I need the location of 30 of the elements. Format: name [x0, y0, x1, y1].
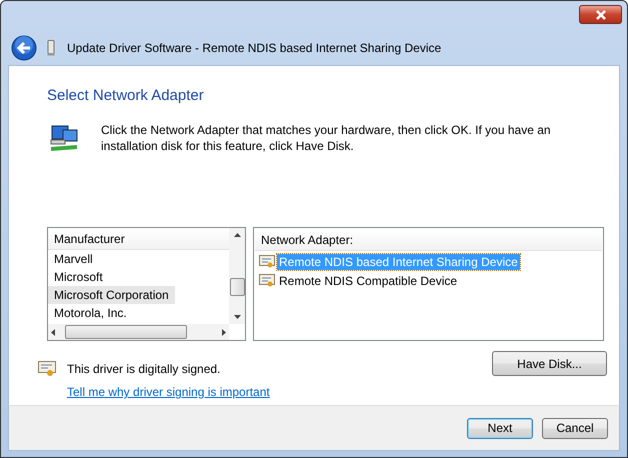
scroll-thumb[interactable]: [65, 325, 187, 339]
dialog-button[interactable]: Next: [467, 418, 533, 438]
scroll-left-arrow-icon[interactable]: [51, 328, 55, 336]
scroll-up-arrow-icon[interactable]: [234, 233, 240, 237]
window-title: Update Driver Software - Remote NDIS based Internet Sharing Device: [67, 41, 442, 55]
manufacturer-list[interactable]: Manufacturer Marvell Microsoft Microsoft Corporation Motorola, Inc.: [47, 227, 246, 341]
signature-status: This driver is digitally signed.: [67, 362, 220, 376]
device-icon: [47, 40, 55, 56]
horizontal-scrollbar[interactable]: [48, 324, 229, 340]
close-icon: [594, 10, 608, 20]
have-disk-button[interactable]: Have Disk...: [492, 351, 607, 376]
adapter-item[interactable]: Remote NDIS Compatible Device: [277, 272, 460, 288]
page-heading: Select Network Adapter: [47, 87, 205, 104]
vertical-scrollbar[interactable]: [229, 228, 245, 324]
certificate-icon: [259, 254, 275, 268]
close-button[interactable]: [579, 5, 622, 24]
network-adapter-list[interactable]: Network Adapter: Remote NDIS based Internet Sharing Device Remote NDIS Compatible Device: [253, 227, 604, 341]
manufacturer-item[interactable]: Microsoft Corporation: [48, 286, 175, 304]
scroll-right-arrow-icon[interactable]: [222, 328, 226, 336]
manufacturer-item[interactable]: Microsoft: [48, 268, 109, 286]
scroll-down-arrow-icon[interactable]: [234, 315, 240, 319]
instruction-text: Click the Network Adapter that matches your hardware, then click OK. If you have an installation disk for this feature, click Have Disk.: [101, 122, 552, 154]
dialog-button[interactable]: Cancel: [542, 418, 608, 438]
back-button[interactable]: [11, 35, 37, 61]
certificate-icon: [38, 361, 56, 377]
manufacturer-item[interactable]: Motorola, Inc.: [48, 304, 133, 322]
driver-signing-link[interactable]: Tell me why driver signing is important: [67, 385, 270, 399]
scroll-thumb[interactable]: [230, 278, 244, 296]
manufacturer-item[interactable]: Marvell: [48, 250, 99, 268]
certificate-icon: [259, 274, 275, 288]
